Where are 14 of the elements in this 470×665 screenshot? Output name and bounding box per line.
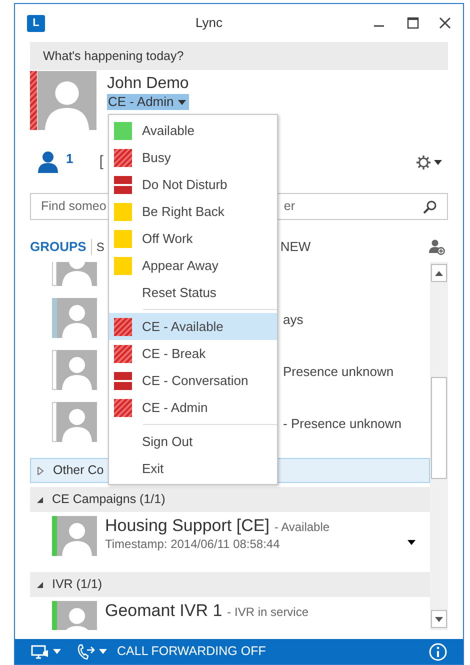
contact-note: Timestamp: 2014/06/11 08:58:44 bbox=[105, 536, 281, 552]
note-fragment: [ bbox=[99, 152, 104, 172]
contact-name: Geomant IVR 1 bbox=[105, 601, 222, 621]
window-title: Lync bbox=[194, 14, 224, 32]
user-name: John Demo bbox=[107, 74, 189, 94]
contact-name: Housing Support [CE] bbox=[105, 516, 270, 536]
contact-status: - IVR in service bbox=[227, 604, 309, 621]
app-logo: L bbox=[27, 14, 45, 32]
contact-status: - Available bbox=[274, 519, 330, 536]
contact-status: Presence unknown bbox=[283, 364, 394, 379]
contact-count: 1 bbox=[66, 150, 74, 168]
contact-status: - Presence unknown bbox=[283, 416, 402, 431]
contact-status: ays bbox=[283, 312, 304, 327]
search-text-fragment: er bbox=[284, 198, 295, 216]
